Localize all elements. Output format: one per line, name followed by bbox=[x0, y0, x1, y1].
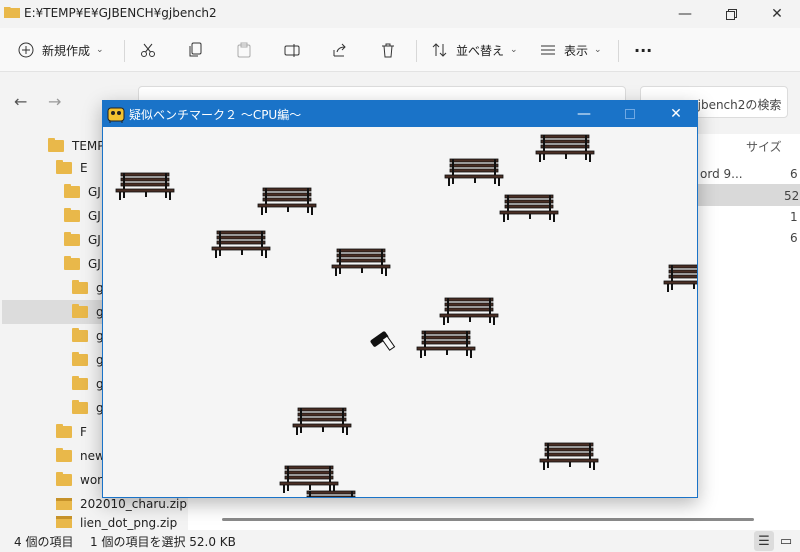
close-button[interactable]: ✕ bbox=[754, 0, 800, 28]
folder-icon bbox=[64, 184, 80, 198]
zip-file-icon bbox=[56, 516, 72, 528]
folder-icon bbox=[64, 256, 80, 270]
trash-icon bbox=[382, 43, 394, 58]
status-bar: 4 個の項目 1 個の項目を選択 52.0 KB bbox=[0, 530, 800, 552]
command-bar: 新規作成 ⌄ 並べ替え ⌄ 表示 ⌄ ··· bbox=[0, 28, 800, 72]
game-canvas[interactable] bbox=[103, 127, 697, 497]
sort-button[interactable]: 並べ替え ⌄ bbox=[432, 28, 518, 72]
folder-icon bbox=[56, 448, 72, 462]
game-window-title: 疑似ベンチマーク２ ～CPU編～ bbox=[129, 108, 302, 122]
game-titlebar: 疑似ベンチマーク２ ～CPU編～ — ✕ bbox=[103, 101, 697, 127]
bench-sprite bbox=[257, 187, 317, 217]
file-size-cell: 6 bbox=[790, 167, 798, 181]
bench-sprite bbox=[301, 490, 361, 497]
share-button[interactable] bbox=[332, 28, 348, 72]
back-arrow-icon[interactable]: ← bbox=[14, 92, 27, 111]
restore-icon bbox=[725, 8, 737, 20]
clipboard-icon bbox=[237, 42, 251, 58]
chevron-down-icon: ⌄ bbox=[96, 45, 104, 55]
toolbar-divider bbox=[618, 40, 619, 62]
copy-button[interactable] bbox=[188, 28, 204, 72]
new-label: 新規作成 bbox=[42, 43, 91, 58]
paste-button[interactable] bbox=[236, 28, 252, 72]
folder-icon bbox=[4, 7, 20, 18]
view-button[interactable]: 表示 ⌄ bbox=[540, 28, 602, 72]
hammer-cursor-icon bbox=[370, 331, 396, 351]
maximize-icon bbox=[625, 109, 635, 119]
more-options-button[interactable]: ··· bbox=[634, 28, 652, 72]
details-view-button[interactable]: ☰ bbox=[754, 531, 774, 551]
file-size-cell: 1 bbox=[790, 210, 798, 224]
restore-button[interactable] bbox=[708, 0, 754, 28]
copy-icon bbox=[189, 42, 202, 57]
folder-icon bbox=[72, 400, 88, 414]
sort-icon bbox=[432, 43, 447, 57]
close-icon: ✕ bbox=[670, 106, 682, 122]
search-placeholder: gjbench2の検索 bbox=[690, 98, 782, 112]
folder-icon bbox=[56, 160, 72, 174]
folder-icon bbox=[64, 232, 80, 246]
more-icon: ··· bbox=[634, 40, 653, 60]
horizontal-scrollbar[interactable] bbox=[222, 518, 754, 521]
toolbar-divider bbox=[416, 40, 417, 62]
bench-sprite bbox=[499, 194, 559, 224]
minimize-icon: — bbox=[577, 106, 591, 122]
folder-icon bbox=[64, 208, 80, 222]
list-view-icon bbox=[541, 45, 555, 55]
share-icon bbox=[333, 43, 346, 57]
close-icon: ✕ bbox=[771, 6, 783, 22]
scissors-icon bbox=[141, 43, 155, 57]
bench-sprite bbox=[115, 172, 175, 202]
view-label: 表示 bbox=[564, 43, 589, 58]
folder-icon bbox=[72, 280, 88, 294]
bench-sprite bbox=[292, 407, 352, 437]
zip-file-icon bbox=[56, 498, 72, 510]
chevron-down-icon: ⌄ bbox=[510, 45, 518, 55]
rename-icon bbox=[284, 44, 300, 57]
delete-button[interactable] bbox=[380, 28, 396, 72]
chevron-down-icon: ⌄ bbox=[594, 45, 602, 55]
explorer-title: E:¥TEMP¥E¥GJBENCH¥gjbench2 bbox=[24, 6, 217, 20]
folder-icon bbox=[56, 424, 72, 438]
plus-circle-icon bbox=[18, 42, 34, 58]
folder-icon bbox=[48, 138, 64, 152]
bench-sprite bbox=[211, 230, 271, 260]
minimize-button[interactable]: — bbox=[662, 0, 708, 28]
bench-sprite bbox=[663, 264, 697, 294]
item-count: 4 個の項目 bbox=[14, 535, 74, 549]
game-close-button[interactable]: ✕ bbox=[653, 101, 699, 127]
file-size-cell: 52 bbox=[784, 189, 800, 203]
folder-icon bbox=[72, 304, 88, 318]
app-icon bbox=[107, 107, 125, 123]
game-maximize-button[interactable] bbox=[607, 101, 653, 127]
bench-sprite bbox=[331, 248, 391, 278]
tiles-view-button[interactable]: ▭ bbox=[776, 531, 796, 551]
file-name-cell: ord 9... bbox=[700, 167, 743, 181]
minimize-icon: — bbox=[678, 6, 692, 22]
folder-icon bbox=[72, 352, 88, 366]
bench-sprite bbox=[539, 442, 599, 472]
bench-sprite bbox=[535, 134, 595, 164]
sort-label: 並べ替え bbox=[456, 43, 505, 58]
rename-button[interactable] bbox=[284, 28, 300, 72]
toolbar-divider bbox=[124, 40, 125, 62]
folder-icon bbox=[72, 328, 88, 342]
column-header-size[interactable]: サイズ bbox=[746, 138, 782, 155]
new-button[interactable]: 新規作成 ⌄ bbox=[18, 28, 104, 72]
tiles-view-icon: ▭ bbox=[779, 533, 793, 549]
folder-icon bbox=[56, 472, 72, 486]
folder-icon bbox=[72, 376, 88, 390]
game-minimize-button[interactable]: — bbox=[561, 101, 607, 127]
bench-sprite bbox=[444, 158, 504, 188]
bench-sprite bbox=[439, 297, 499, 327]
bench-sprite bbox=[416, 330, 476, 360]
details-view-icon: ☰ bbox=[758, 533, 770, 549]
explorer-titlebar: E:¥TEMP¥E¥GJBENCH¥gjbench2 — ✕ bbox=[0, 0, 800, 28]
file-size-cell: 6 bbox=[790, 231, 798, 245]
selection-info: 1 個の項目を選択 52.0 KB bbox=[90, 535, 236, 549]
forward-arrow-icon[interactable]: → bbox=[48, 92, 61, 111]
cut-button[interactable] bbox=[140, 28, 156, 72]
game-window: 疑似ベンチマーク２ ～CPU編～ — ✕ bbox=[102, 100, 698, 498]
